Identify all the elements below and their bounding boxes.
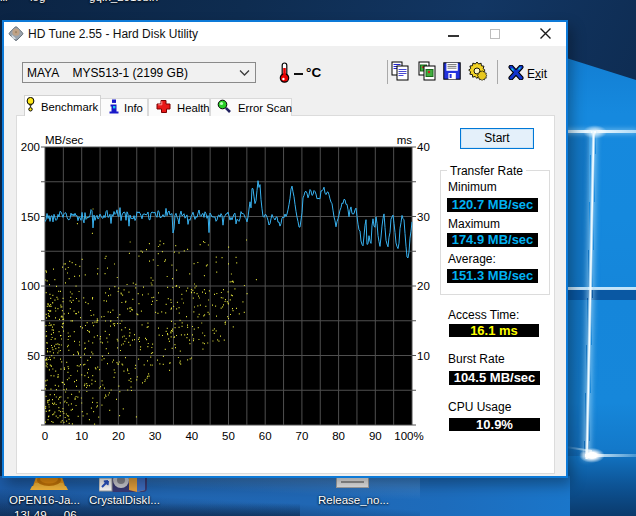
svg-text:10: 10 xyxy=(417,350,430,362)
svg-text:70: 70 xyxy=(296,430,309,442)
svg-text:80: 80 xyxy=(332,430,345,442)
svg-text:MB/sec: MB/sec xyxy=(45,134,84,146)
svg-text:40: 40 xyxy=(417,141,430,153)
svg-text:30: 30 xyxy=(417,211,430,223)
svg-text:ms: ms xyxy=(397,134,413,146)
svg-text:100%: 100% xyxy=(394,430,423,442)
svg-text:10: 10 xyxy=(75,430,88,442)
svg-text:200: 200 xyxy=(21,141,40,153)
svg-text:20: 20 xyxy=(112,430,125,442)
svg-text:50: 50 xyxy=(222,430,235,442)
svg-text:100: 100 xyxy=(21,280,40,292)
svg-text:50: 50 xyxy=(27,350,40,362)
svg-text:40: 40 xyxy=(185,430,198,442)
svg-text:60: 60 xyxy=(259,430,272,442)
svg-text:150: 150 xyxy=(21,211,40,223)
svg-text:90: 90 xyxy=(369,430,382,442)
svg-text:20: 20 xyxy=(417,280,430,292)
svg-text:0: 0 xyxy=(42,430,48,442)
svg-text:30: 30 xyxy=(149,430,162,442)
